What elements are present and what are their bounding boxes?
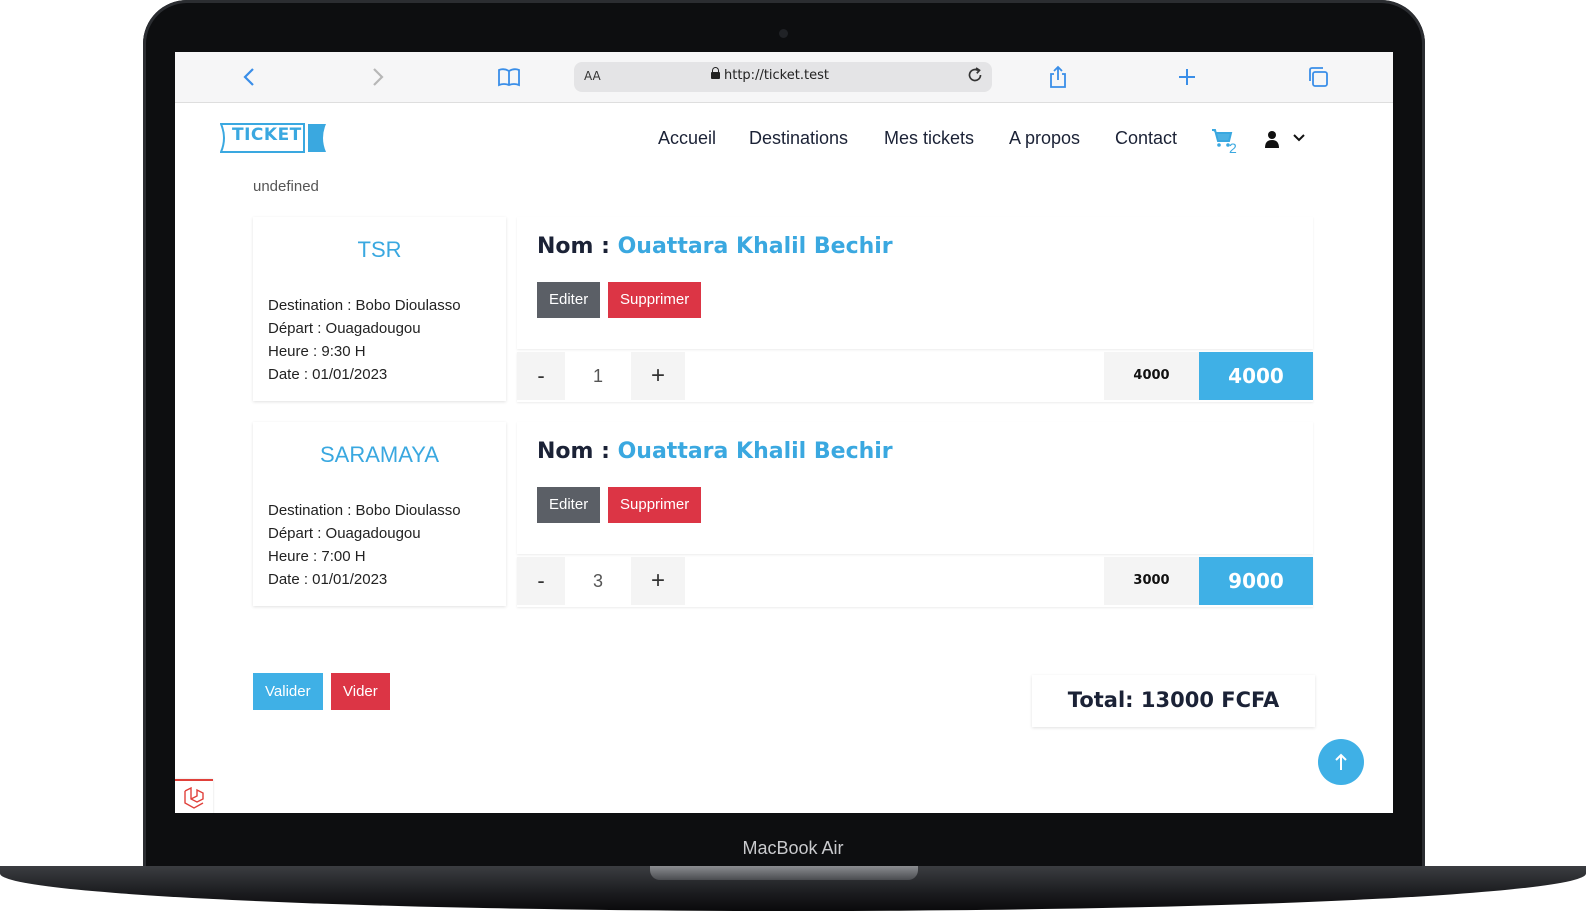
validate-button[interactable]: Valider (253, 673, 323, 710)
address-bar[interactable]: AA http://ticket.test (574, 62, 992, 92)
quantity-row: - 3 + 3000 9000 (517, 557, 1313, 607)
cart-count-badge: 2 (1229, 140, 1237, 156)
passenger-panel: Nom : Ouattara Khalil Bechir Editer Supp… (517, 422, 1313, 554)
passenger-name: Nom : Ouattara Khalil Bechir (537, 439, 893, 464)
heure-text: Heure : 7:00 H (268, 548, 366, 565)
quantity-row: - 1 + 4000 4000 (517, 352, 1313, 402)
camera (779, 29, 788, 38)
cart-total: Total: 13000 FCFA (1032, 675, 1315, 727)
edit-button[interactable]: Editer (537, 487, 601, 523)
nav-a-propos[interactable]: A propos (1009, 128, 1080, 149)
user-icon[interactable] (1264, 130, 1280, 148)
company-name: SARAMAYA (320, 442, 439, 467)
url-text[interactable]: http://ticket.test (724, 68, 829, 83)
passenger-panel: Nom : Ouattara Khalil Bechir Editer Supp… (517, 217, 1313, 349)
quantity-value[interactable]: 3 (565, 557, 631, 605)
unit-price: 3000 (1104, 557, 1199, 605)
text-size-button[interactable]: AA (584, 69, 601, 83)
date-text: Date : 01/01/2023 (268, 571, 388, 588)
unit-price: 4000 (1104, 352, 1199, 400)
increment-button[interactable]: + (631, 352, 685, 400)
trip-details: Destination : Bobo Dioulasso Départ : Ou… (268, 294, 461, 386)
nom-value: Ouattara Khalil Bechir (617, 234, 893, 259)
chevron-down-icon[interactable] (1292, 130, 1306, 144)
ticket-card: SARAMAYA Destination : Bobo Dioulasso Dé… (253, 422, 1313, 608)
debug-toolbar-icon[interactable] (175, 779, 213, 813)
delete-button[interactable]: Supprimer (608, 282, 702, 318)
company-name: TSR (357, 237, 402, 262)
nav-accueil[interactable]: Accueil (658, 128, 716, 149)
nav-contact[interactable]: Contact (1115, 128, 1177, 149)
nav-mes-tickets[interactable]: Mes tickets (884, 128, 974, 149)
depart-text: Départ : Ouagadougou (268, 525, 421, 542)
date-text: Date : 01/01/2023 (268, 366, 388, 383)
logo-text: TICKET (232, 125, 302, 145)
ticket-card: TSR Destination : Bobo Dioulasso Départ … (253, 217, 1313, 403)
laptop-hinge (650, 866, 918, 880)
empty-cart-button[interactable]: Vider (331, 673, 390, 710)
tabs-icon[interactable] (1305, 64, 1331, 90)
nav-destinations[interactable]: Destinations (749, 128, 848, 149)
scroll-to-top-button[interactable] (1318, 739, 1364, 785)
ticket-info-panel: TSR Destination : Bobo Dioulasso Départ … (253, 217, 506, 401)
lock-icon (711, 67, 720, 79)
notice-text: undefined (253, 178, 319, 195)
browser-viewport: AA http://ticket.test TICKET Accueil Des… (175, 52, 1393, 813)
nom-label: Nom : (537, 234, 610, 259)
ticket-info-panel: SARAMAYA Destination : Bobo Dioulasso Dé… (253, 422, 506, 606)
device-label: MacBook Air (742, 838, 844, 858)
increment-button[interactable]: + (631, 557, 685, 605)
line-total: 4000 (1199, 352, 1313, 400)
delete-button[interactable]: Supprimer (608, 487, 702, 523)
back-icon[interactable] (236, 64, 262, 90)
nom-label: Nom : (537, 439, 610, 464)
arrow-up-icon (1335, 753, 1347, 770)
nom-value: Ouattara Khalil Bechir (617, 439, 893, 464)
quantity-value[interactable]: 1 (565, 352, 631, 400)
forward-icon[interactable] (365, 64, 391, 90)
destination-text: Destination : Bobo Dioulasso (268, 297, 461, 314)
site-logo[interactable]: TICKET (220, 123, 326, 153)
heure-text: Heure : 9:30 H (268, 343, 366, 360)
line-total: 9000 (1199, 557, 1313, 605)
decrement-button[interactable]: - (517, 352, 565, 400)
reload-icon[interactable] (966, 66, 984, 89)
edit-button[interactable]: Editer (537, 282, 601, 318)
trip-details: Destination : Bobo Dioulasso Départ : Ou… (268, 499, 461, 591)
bookmarks-icon[interactable] (496, 64, 522, 90)
passenger-name: Nom : Ouattara Khalil Bechir (537, 234, 893, 259)
decrement-button[interactable]: - (517, 557, 565, 605)
depart-text: Départ : Ouagadougou (268, 320, 421, 337)
browser-toolbar: AA http://ticket.test (175, 52, 1393, 103)
new-tab-icon[interactable] (1174, 64, 1200, 90)
destination-text: Destination : Bobo Dioulasso (268, 502, 461, 519)
share-icon[interactable] (1045, 64, 1071, 90)
